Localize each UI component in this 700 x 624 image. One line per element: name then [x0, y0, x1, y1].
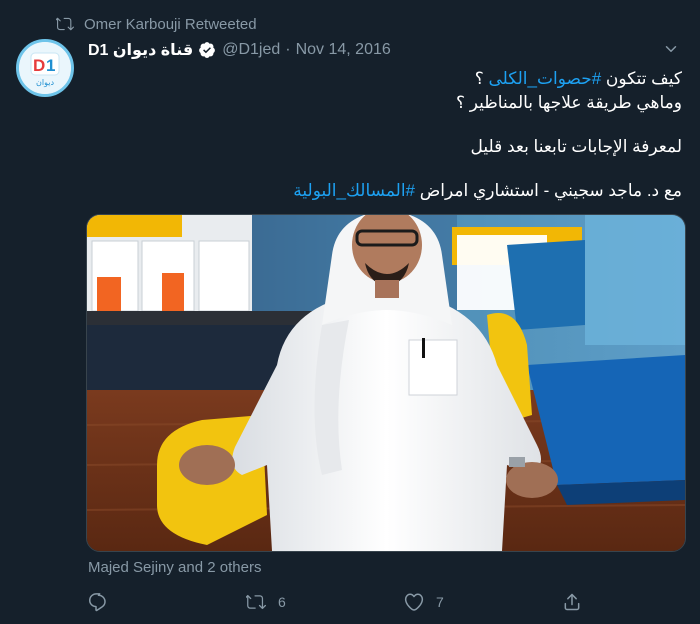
author-display-name[interactable]: قناة ديوان D1	[88, 40, 193, 60]
like-button[interactable]: 7	[404, 589, 444, 615]
studio-photo	[87, 215, 685, 551]
hashtag-kidney-stones[interactable]: #حصوات_الكلى	[488, 69, 601, 88]
hashtag-urology[interactable]: #المسالك_البولية	[293, 181, 415, 200]
tweet[interactable]: Omer Karbouji Retweeted D 1 ديوان قناة د…	[0, 0, 700, 624]
retweet-action-icon	[246, 594, 266, 610]
retweet-button[interactable]: 6	[246, 589, 286, 615]
tweet-date[interactable]: Nov 14, 2016	[296, 41, 391, 59]
liked-by[interactable]: Majed Sejiny and 2 others	[88, 559, 261, 576]
author-handle[interactable]: @D1jed	[222, 41, 280, 59]
reply-button[interactable]	[88, 589, 120, 615]
retweeted-by-text[interactable]: Omer Karbouji Retweeted	[84, 16, 257, 33]
like-count: 7	[436, 594, 444, 610]
retweet-icon	[56, 17, 74, 31]
header-separator: ·	[285, 41, 291, 58]
retweet-context: Omer Karbouji Retweeted	[56, 14, 257, 34]
tweet-actions: 6 7	[88, 589, 598, 615]
share-button[interactable]	[562, 589, 582, 615]
channel-logo: D 1 ديوان	[19, 42, 71, 94]
verified-badge-icon	[199, 42, 216, 58]
heart-icon	[404, 593, 424, 611]
tweet-text-line-4: مع د. ماجد سجيني - استشاري امراض #المسال…	[293, 181, 682, 200]
svg-text:1: 1	[46, 56, 55, 75]
tweet-photo[interactable]	[86, 214, 686, 552]
avatar[interactable]: D 1 ديوان	[16, 39, 74, 97]
svg-text:D: D	[33, 56, 45, 75]
tweet-header: قناة ديوان D1 @D1jed · Nov 14, 2016	[88, 38, 391, 62]
svg-text:ديوان: ديوان	[36, 78, 54, 87]
reply-icon	[88, 593, 106, 612]
share-icon	[564, 593, 580, 611]
tweet-text-line-2: وماهي طريقة علاجها بالمناظير ؟	[456, 93, 682, 112]
retweet-count: 6	[278, 594, 286, 610]
tweet-text-line-1: كيف تتكون #حصوات_الكلى ؟	[474, 69, 682, 88]
tweet-text-line-3: لمعرفة الإجابات تابعنا بعد قليل	[470, 137, 682, 156]
chevron-down-icon[interactable]	[662, 40, 680, 58]
